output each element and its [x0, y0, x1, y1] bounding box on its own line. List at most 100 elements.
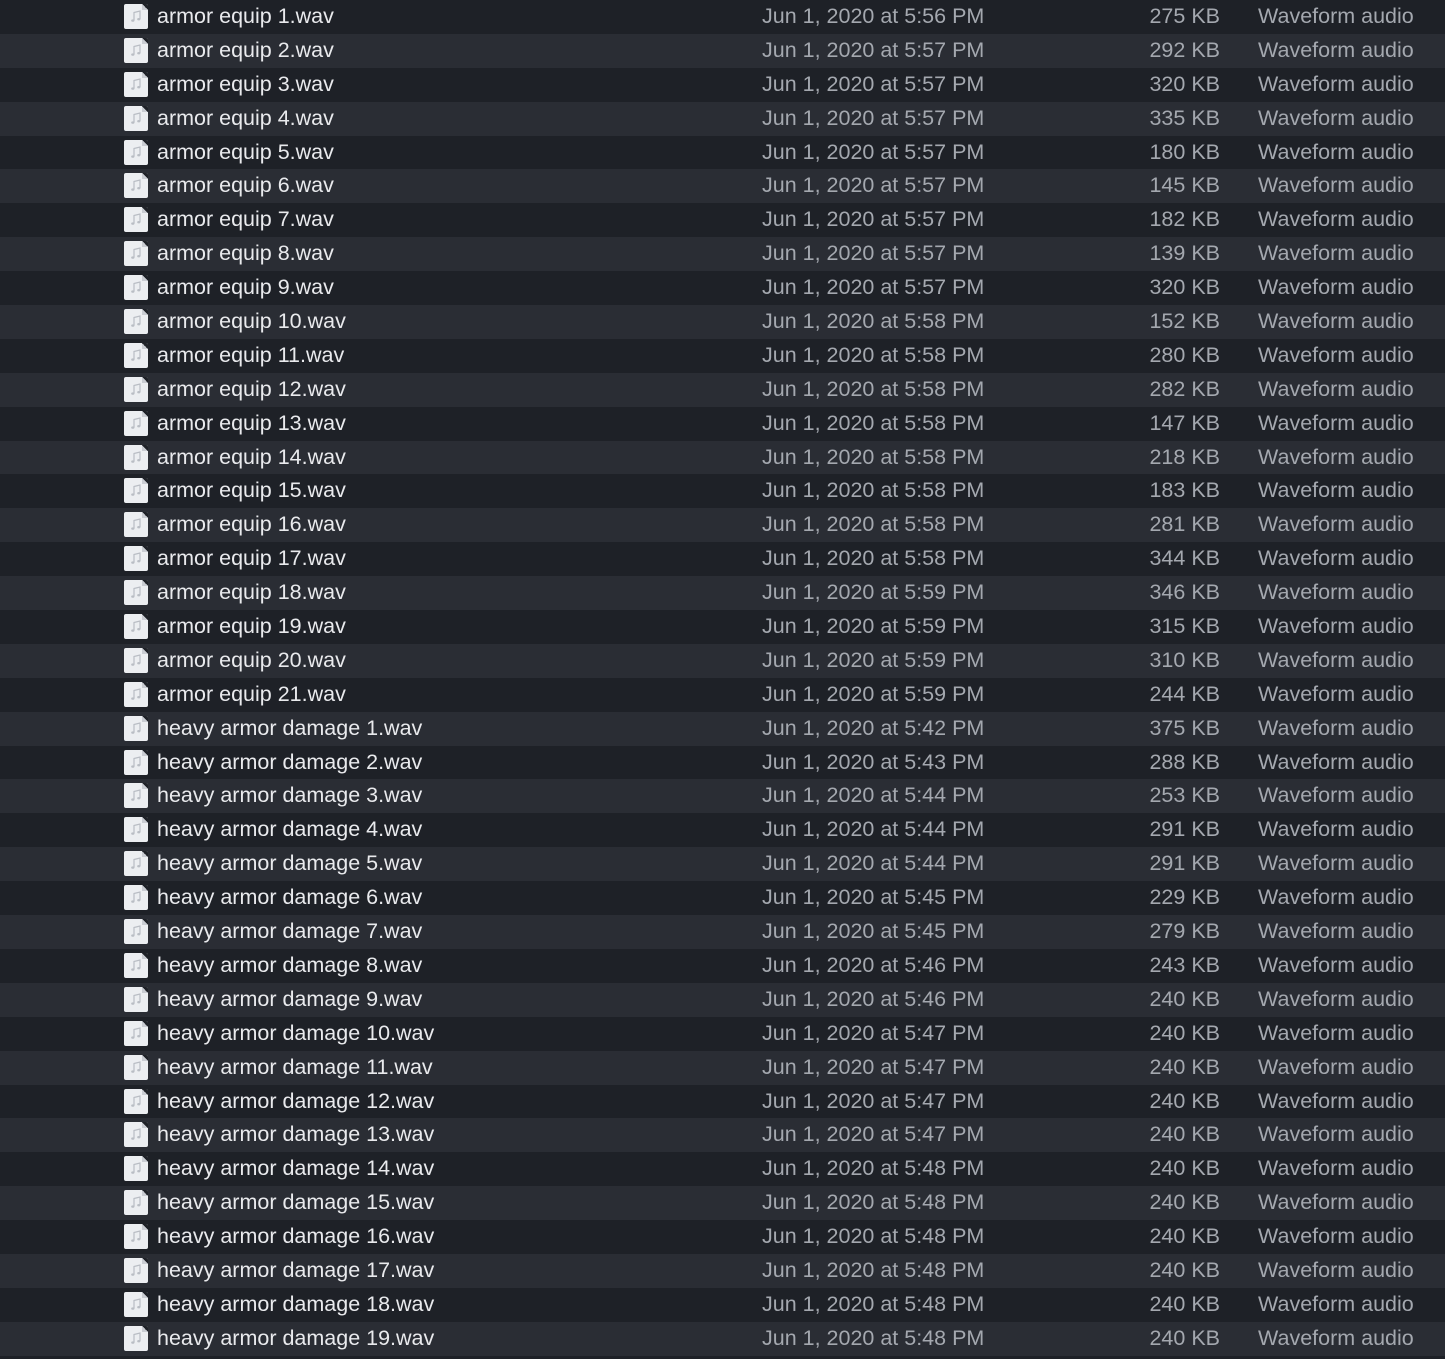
- audio-file-icon: [124, 885, 148, 911]
- date-modified: Jun 1, 2020 at 5:59 PM: [762, 647, 985, 672]
- date-modified: Jun 1, 2020 at 5:44 PM: [762, 851, 985, 876]
- file-row[interactable]: armor equip 4.wav Jun 1, 2020 at 5:57 PM…: [0, 101, 1445, 136]
- date-modified: Jun 1, 2020 at 5:48 PM: [762, 1257, 985, 1282]
- file-row[interactable]: armor equip 14.wav Jun 1, 2020 at 5:58 P…: [0, 440, 1445, 475]
- file-size: 344 KB: [1149, 546, 1220, 571]
- audio-file-icon: [124, 1190, 148, 1216]
- date-modified: Jun 1, 2020 at 5:56 PM: [762, 4, 985, 28]
- file-name: heavy armor damage 6.wav: [157, 885, 423, 910]
- file-name: armor equip 19.wav: [157, 614, 346, 639]
- audio-file-icon: [124, 681, 148, 707]
- file-row[interactable]: heavy armor damage 10.wav Jun 1, 2020 at…: [0, 1016, 1445, 1051]
- file-row[interactable]: heavy armor damage 16.wav Jun 1, 2020 at…: [0, 1220, 1445, 1254]
- date-modified: Jun 1, 2020 at 5:44 PM: [762, 783, 985, 808]
- file-row[interactable]: heavy armor damage 4.wav Jun 1, 2020 at …: [0, 813, 1445, 848]
- file-name: heavy armor damage 5.wav: [157, 851, 423, 876]
- date-modified: Jun 1, 2020 at 5:57 PM: [762, 139, 985, 164]
- file-row[interactable]: heavy armor damage 19.wav Jun 1, 2020 at…: [0, 1321, 1445, 1356]
- file-row[interactable]: heavy armor damage 15.wav Jun 1, 2020 at…: [0, 1186, 1445, 1221]
- audio-file-icon: [124, 105, 148, 131]
- file-size: 180 KB: [1149, 139, 1220, 164]
- file-row[interactable]: armor equip 10.wav Jun 1, 2020 at 5:58 P…: [0, 305, 1445, 339]
- file-size: 240 KB: [1149, 1122, 1220, 1147]
- file-row[interactable]: armor equip 12.wav Jun 1, 2020 at 5:58 P…: [0, 372, 1445, 407]
- file-row[interactable]: armor equip 11.wav Jun 1, 2020 at 5:58 P…: [0, 338, 1445, 373]
- file-row[interactable]: heavy armor damage 8.wav Jun 1, 2020 at …: [0, 948, 1445, 983]
- file-row[interactable]: armor equip 9.wav Jun 1, 2020 at 5:57 PM…: [0, 271, 1445, 306]
- file-name: armor equip 21.wav: [157, 681, 346, 706]
- file-row[interactable]: heavy armor damage 6.wav Jun 1, 2020 at …: [0, 881, 1445, 916]
- file-name: heavy armor damage 10.wav: [157, 1020, 435, 1045]
- file-row[interactable]: armor equip 17.wav Jun 1, 2020 at 5:58 P…: [0, 542, 1445, 577]
- file-row[interactable]: armor equip 21.wav Jun 1, 2020 at 5:59 P…: [0, 677, 1445, 712]
- file-row[interactable]: heavy armor damage 13.wav Jun 1, 2020 at…: [0, 1118, 1445, 1153]
- date-modified: Jun 1, 2020 at 5:47 PM: [762, 1088, 985, 1113]
- file-size: 240 KB: [1149, 1156, 1220, 1181]
- file-row[interactable]: armor equip 7.wav Jun 1, 2020 at 5:57 PM…: [0, 203, 1445, 238]
- file-kind: Waveform audio: [1258, 410, 1414, 435]
- file-size: 282 KB: [1149, 376, 1220, 401]
- file-row[interactable]: armor equip 19.wav Jun 1, 2020 at 5:59 P…: [0, 610, 1445, 644]
- audio-file-icon: [124, 580, 148, 606]
- file-row[interactable]: heavy armor damage 14.wav Jun 1, 2020 at…: [0, 1152, 1445, 1187]
- file-size: 280 KB: [1149, 342, 1220, 367]
- file-row[interactable]: armor equip 1.wav Jun 1, 2020 at 5:56 PM…: [0, 0, 1445, 34]
- file-kind: Waveform audio: [1258, 478, 1414, 503]
- file-name: armor equip 7.wav: [157, 207, 334, 232]
- audio-file-icon: [124, 749, 148, 775]
- file-name: armor equip 15.wav: [157, 478, 346, 503]
- audio-file-icon: [124, 512, 148, 538]
- file-row[interactable]: armor equip 16.wav Jun 1, 2020 at 5:58 P…: [0, 508, 1445, 543]
- date-modified: Jun 1, 2020 at 5:48 PM: [762, 1224, 985, 1249]
- file-size: 240 KB: [1149, 1325, 1220, 1350]
- audio-file-icon: [124, 1156, 148, 1182]
- file-list[interactable]: armor equip 1.wav Jun 1, 2020 at 5:56 PM…: [0, 0, 1445, 1359]
- date-modified: Jun 1, 2020 at 5:57 PM: [762, 105, 985, 130]
- file-row[interactable]: heavy armor damage 12.wav Jun 1, 2020 at…: [0, 1084, 1445, 1119]
- file-row[interactable]: heavy armor damage 2.wav Jun 1, 2020 at …: [0, 745, 1445, 780]
- file-row[interactable]: armor equip 13.wav Jun 1, 2020 at 5:58 P…: [0, 406, 1445, 441]
- file-kind: Waveform audio: [1258, 783, 1414, 808]
- file-row[interactable]: heavy armor damage 18.wav Jun 1, 2020 at…: [0, 1287, 1445, 1322]
- file-row[interactable]: armor equip 5.wav Jun 1, 2020 at 5:57 PM…: [0, 135, 1445, 170]
- file-row[interactable]: heavy armor damage 11.wav Jun 1, 2020 at…: [0, 1050, 1445, 1085]
- file-row[interactable]: heavy armor damage 17.wav Jun 1, 2020 at…: [0, 1253, 1445, 1288]
- date-modified: Jun 1, 2020 at 5:58 PM: [762, 309, 985, 334]
- file-row[interactable]: heavy armor damage 3.wav Jun 1, 2020 at …: [0, 779, 1445, 814]
- file-kind: Waveform audio: [1258, 342, 1414, 367]
- file-kind: Waveform audio: [1258, 1020, 1414, 1045]
- audio-file-icon: [124, 309, 148, 335]
- file-row[interactable]: heavy armor damage 5.wav Jun 1, 2020 at …: [0, 847, 1445, 882]
- date-modified: Jun 1, 2020 at 5:59 PM: [762, 580, 985, 605]
- file-row[interactable]: heavy armor damage 1.wav Jun 1, 2020 at …: [0, 711, 1445, 746]
- file-row[interactable]: armor equip 8.wav Jun 1, 2020 at 5:57 PM…: [0, 237, 1445, 272]
- file-row[interactable]: armor equip 6.wav Jun 1, 2020 at 5:57 PM…: [0, 169, 1445, 204]
- file-kind: Waveform audio: [1258, 71, 1414, 96]
- date-modified: Jun 1, 2020 at 5:45 PM: [762, 919, 985, 944]
- file-kind: Waveform audio: [1258, 173, 1414, 198]
- file-name: heavy armor damage 13.wav: [157, 1122, 435, 1147]
- file-row[interactable]: armor equip 18.wav Jun 1, 2020 at 5:59 P…: [0, 576, 1445, 611]
- date-modified: Jun 1, 2020 at 5:48 PM: [762, 1291, 985, 1316]
- date-modified: Jun 1, 2020 at 5:58 PM: [762, 444, 985, 469]
- file-row[interactable]: armor equip 2.wav Jun 1, 2020 at 5:57 PM…: [0, 33, 1445, 68]
- audio-file-icon: [124, 275, 148, 301]
- date-modified: Jun 1, 2020 at 5:58 PM: [762, 410, 985, 435]
- file-row[interactable]: heavy armor damage 9.wav Jun 1, 2020 at …: [0, 982, 1445, 1017]
- file-size: 240 KB: [1149, 1190, 1220, 1215]
- file-row[interactable]: armor equip 20.wav Jun 1, 2020 at 5:59 P…: [0, 643, 1445, 678]
- file-kind: Waveform audio: [1258, 1224, 1414, 1249]
- audio-file-icon: [124, 715, 148, 741]
- file-row[interactable]: armor equip 15.wav Jun 1, 2020 at 5:58 P…: [0, 474, 1445, 509]
- file-kind: Waveform audio: [1258, 1054, 1414, 1079]
- file-size: 182 KB: [1149, 207, 1220, 232]
- file-row[interactable]: armor equip 3.wav Jun 1, 2020 at 5:57 PM…: [0, 67, 1445, 102]
- file-name: armor equip 3.wav: [157, 71, 334, 96]
- file-name: armor equip 9.wav: [157, 275, 334, 300]
- audio-file-icon: [124, 986, 148, 1012]
- date-modified: Jun 1, 2020 at 5:46 PM: [762, 952, 985, 977]
- file-row[interactable]: heavy armor damage 7.wav Jun 1, 2020 at …: [0, 915, 1445, 949]
- file-name: armor equip 11.wav: [157, 342, 345, 367]
- file-size: 315 KB: [1149, 614, 1220, 639]
- file-name: armor equip 18.wav: [157, 580, 346, 605]
